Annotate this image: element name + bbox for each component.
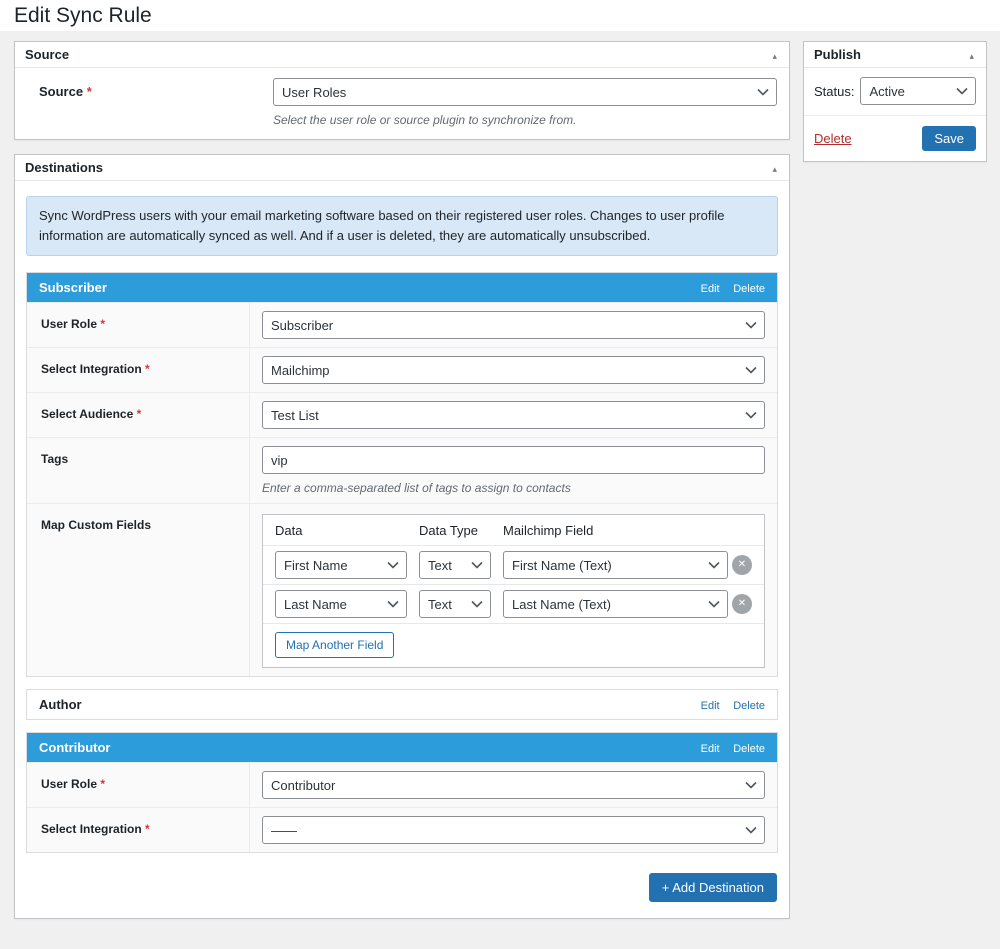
collapse-arrow-icon: ▴: [969, 51, 974, 61]
required-mark: *: [86, 84, 92, 99]
source-panel: Source ▴ Source * User Roles Select the …: [14, 41, 790, 140]
user-role-select[interactable]: Contributor: [262, 771, 765, 800]
tags-row: Tags Enter a comma-separated list of tag…: [27, 437, 777, 504]
map-fields-table: Data Data Type Mailchimp Field First Nam…: [262, 514, 765, 669]
map-mailchimp-field-select[interactable]: First Name (Text): [503, 551, 728, 580]
required-mark: *: [145, 362, 150, 377]
publish-panel-header: Publish ▴: [804, 42, 986, 68]
map-data-type-select[interactable]: Text: [419, 551, 491, 580]
collapse-arrow-icon: ▴: [772, 51, 777, 61]
integration-label: Select Integration: [41, 822, 142, 837]
source-panel-title: Source: [25, 47, 70, 62]
remove-field-button[interactable]: ✕: [732, 594, 752, 615]
map-field-row: First Name Text First Name (Text) ✕: [263, 545, 764, 584]
main-column: Source ▴ Source * User Roles Select the …: [14, 41, 790, 933]
destinations-notice: Sync WordPress users with your email mar…: [26, 196, 778, 257]
destination-author: Author Edit Delete: [26, 689, 778, 721]
map-custom-fields-row: Map Custom Fields Data Data Type Mailchi…: [27, 503, 777, 677]
collapse-arrow-icon: ▴: [772, 164, 777, 174]
edit-destination-link[interactable]: Edit: [701, 700, 720, 712]
column-header-data: Data: [275, 523, 303, 539]
save-button[interactable]: Save: [922, 126, 976, 151]
required-mark: *: [100, 777, 106, 792]
required-mark: *: [145, 822, 150, 837]
destinations-panel: Destinations ▴ Sync WordPress users with…: [14, 154, 790, 920]
edit-destination-link[interactable]: Edit: [701, 743, 720, 755]
delete-destination-link[interactable]: Delete: [733, 743, 765, 755]
map-data-select[interactable]: Last Name: [275, 590, 407, 619]
integration-row: Select Integration * ——: [27, 807, 777, 853]
map-data-type-select[interactable]: Text: [419, 590, 491, 619]
delete-destination-link[interactable]: Delete: [733, 283, 765, 295]
audience-select[interactable]: Test List: [262, 401, 765, 430]
map-fields-header: Data Data Type Mailchimp Field: [263, 515, 764, 545]
source-description: Select the user role or source plugin to…: [273, 113, 577, 127]
audience-row: Select Audience * Test List: [27, 392, 777, 438]
destination-title: Author: [39, 697, 82, 713]
destination-title: Subscriber: [39, 280, 107, 296]
tags-input[interactable]: [262, 446, 765, 475]
delete-destination-link[interactable]: Delete: [733, 700, 765, 712]
integration-row: Select Integration * Mailchimp: [27, 347, 777, 393]
user-role-row: User Role * Subscriber: [27, 302, 777, 348]
destination-title: Contributor: [39, 740, 111, 756]
status-label: Status:: [814, 83, 855, 99]
status-select[interactable]: Active: [860, 77, 976, 105]
publish-collapse-toggle[interactable]: ▴: [965, 47, 978, 62]
column-header-mailchimp-field: Mailchimp Field: [503, 523, 594, 539]
publish-panel: Publish ▴ Status: Active Delete Save: [803, 41, 987, 162]
map-field-row: Last Name Text Last Name (Text) ✕: [263, 584, 764, 623]
column-header-data-type: Data Type: [419, 523, 479, 539]
destinations-panel-title: Destinations: [25, 160, 104, 175]
source-collapse-toggle[interactable]: ▴: [768, 47, 781, 62]
integration-select[interactable]: Mailchimp: [262, 356, 765, 385]
source-field-label: Source: [39, 84, 84, 99]
audience-label: Select Audience: [41, 407, 134, 422]
destination-subscriber: Subscriber Edit Delete User Role * Subsc…: [26, 272, 778, 678]
destinations-collapse-toggle[interactable]: ▴: [768, 160, 781, 175]
page-header: Edit Sync Rule: [0, 0, 1000, 31]
integration-select[interactable]: ——: [262, 816, 765, 845]
map-mailchimp-field-select[interactable]: Last Name (Text): [503, 590, 728, 619]
add-destination-button[interactable]: + Add Destination: [648, 873, 777, 903]
delete-rule-link[interactable]: Delete: [814, 131, 852, 146]
sidebar-column: Publish ▴ Status: Active Delete Save: [803, 41, 987, 176]
destination-contributor-header: Contributor Edit Delete: [27, 733, 777, 763]
tags-label: Tags: [41, 452, 69, 467]
required-mark: *: [136, 407, 142, 422]
source-field-row: Source * User Roles Select the user role…: [15, 68, 789, 139]
close-icon: ✕: [737, 559, 747, 571]
close-icon: ✕: [737, 598, 747, 610]
user-role-select[interactable]: Subscriber: [262, 311, 765, 340]
source-panel-header: Source ▴: [15, 42, 789, 68]
map-custom-fields-label: Map Custom Fields: [41, 518, 152, 533]
user-role-label: User Role: [41, 777, 98, 792]
integration-label: Select Integration: [41, 362, 142, 377]
destination-author-header: Author Edit Delete: [27, 690, 777, 719]
source-select[interactable]: User Roles: [273, 78, 777, 106]
map-data-select[interactable]: First Name: [275, 551, 407, 580]
tags-description: Enter a comma-separated list of tags to …: [262, 481, 571, 496]
destination-contributor: Contributor Edit Delete User Role * Cont…: [26, 732, 778, 854]
remove-field-button[interactable]: ✕: [732, 555, 752, 576]
edit-destination-link[interactable]: Edit: [701, 283, 720, 295]
map-another-field-button[interactable]: Map Another Field: [275, 632, 395, 659]
user-role-label: User Role: [41, 317, 98, 332]
admin-content: Source ▴ Source * User Roles Select the …: [0, 31, 1000, 949]
page-title: Edit Sync Rule: [14, 4, 152, 27]
destinations-panel-header: Destinations ▴: [15, 155, 789, 181]
user-role-row: User Role * Contributor: [27, 762, 777, 808]
required-mark: *: [100, 317, 106, 332]
publish-panel-title: Publish: [814, 47, 861, 62]
destination-subscriber-header: Subscriber Edit Delete: [27, 273, 777, 303]
